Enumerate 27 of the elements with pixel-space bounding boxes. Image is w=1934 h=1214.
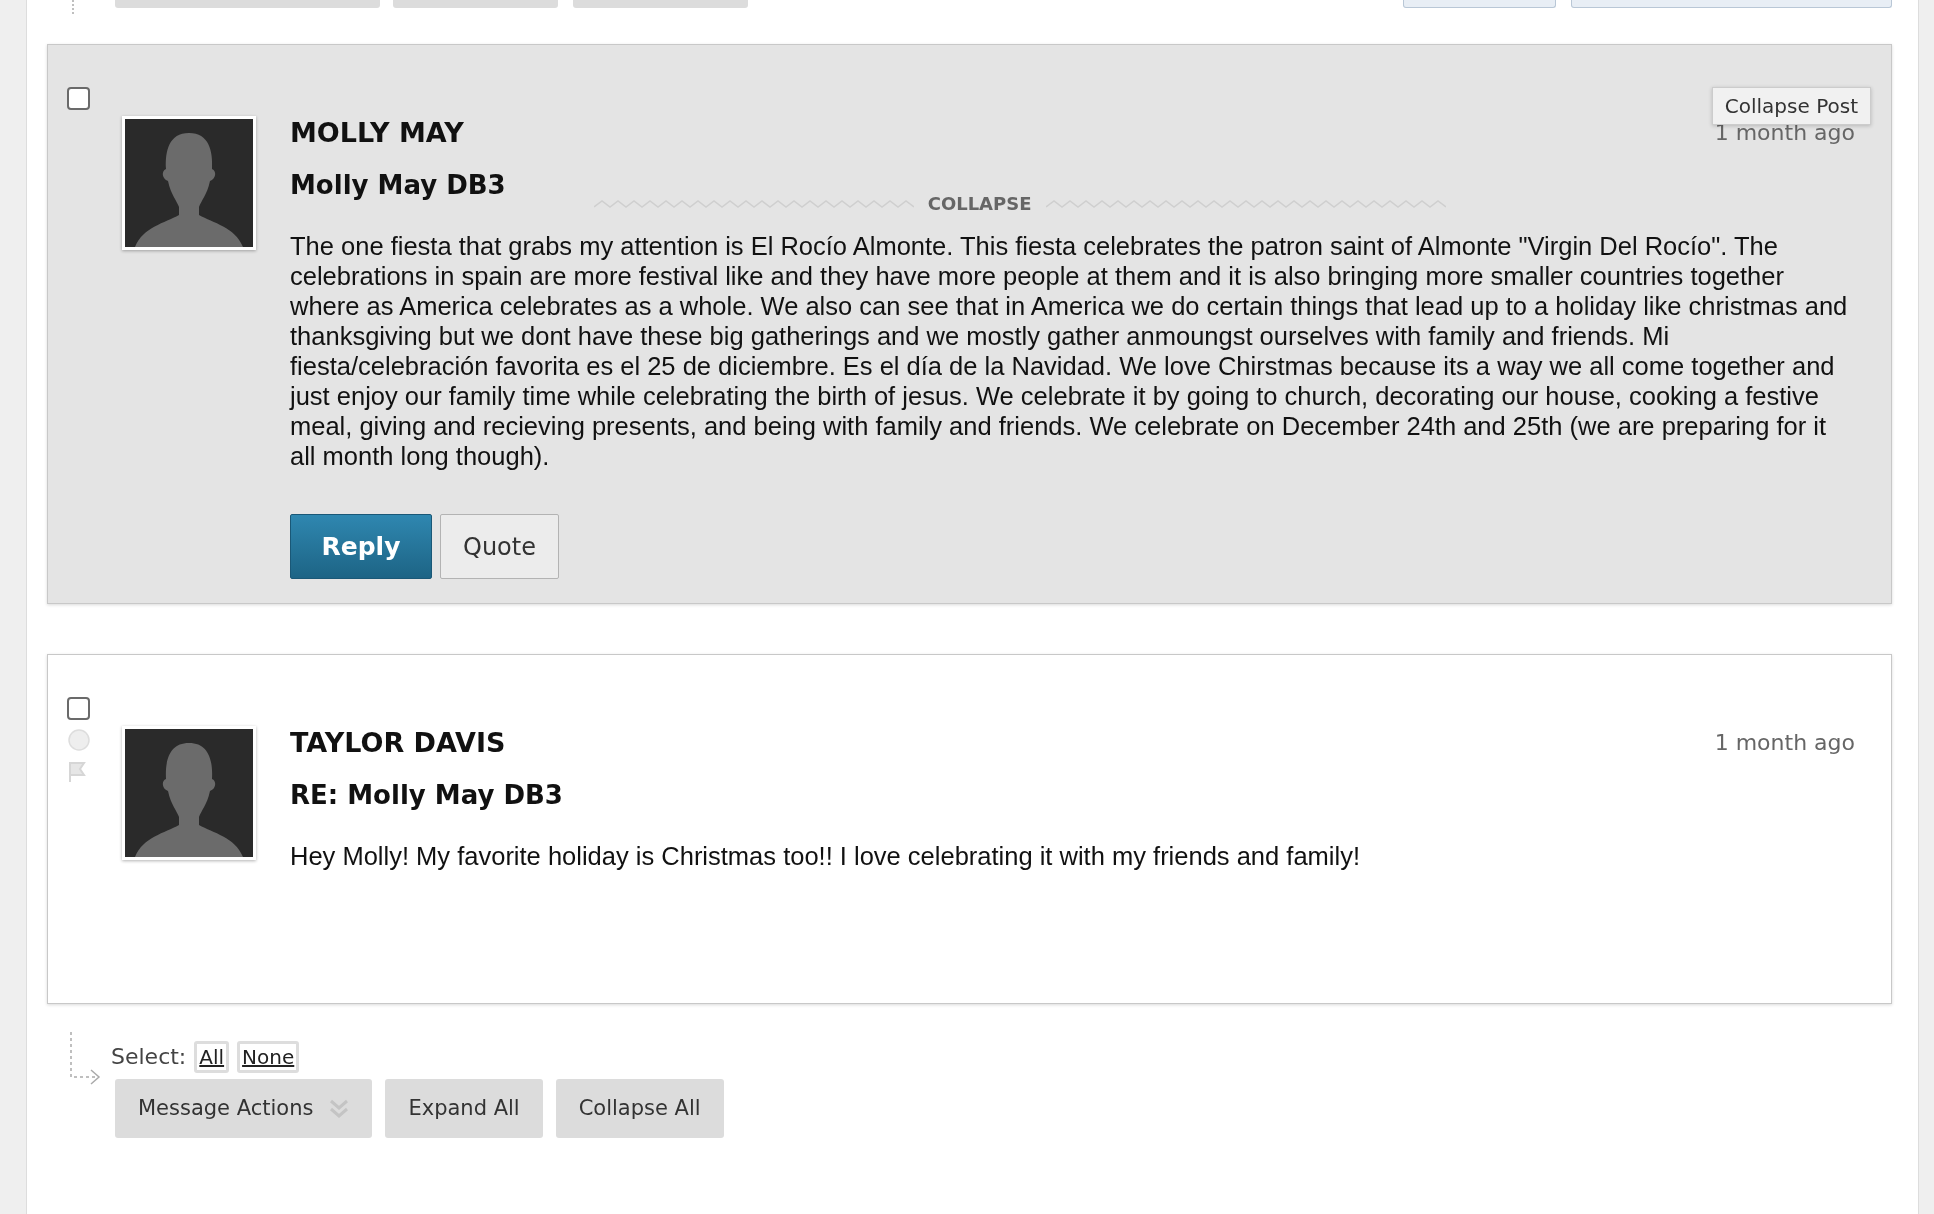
post-subject: RE: Molly May DB3 — [290, 779, 563, 811]
checkbox[interactable] — [67, 87, 90, 110]
tooltip: Collapse Post — [1711, 87, 1871, 125]
toolbar-button[interactable] — [1403, 0, 1556, 8]
toolbar-button[interactable]: Collapse All — [555, 1079, 724, 1138]
circle-icon — [67, 728, 91, 752]
quote-button[interactable]: Quote — [440, 514, 559, 579]
toolbar-button[interactable]: Expand All — [385, 1079, 543, 1138]
toolbar-button[interactable] — [573, 0, 748, 8]
select-link[interactable]: None — [237, 1040, 300, 1073]
post-time: 1 month ago — [1714, 729, 1855, 757]
select-label: Select: — [111, 1043, 187, 1071]
toolbar-button[interactable] — [393, 0, 558, 8]
toolbar-button[interactable] — [115, 0, 380, 8]
post-subject: Molly May DB3 — [290, 169, 506, 201]
dotted-line — [71, 0, 77, 16]
reply-button[interactable]: Reply — [290, 514, 432, 579]
dropdown-button[interactable]: Message Actions — [115, 1079, 373, 1138]
chevron-icon — [329, 1098, 350, 1119]
select-link[interactable]: All — [194, 1040, 230, 1073]
post-body: Hey Molly! My favorite holiday is Christmas too!! I love celebrating it with my friends and family! — [290, 841, 1361, 871]
post-body: The one fiesta that grabs my attention is El Rocío Almonte. This fiesta celebrates the patron saint of Almonte "Virgin Del Rocío". The celebrations in spain are more festival like and they have more people at them and it is also bringing more smaller countries together where as America celebrates as a whole. We also can see that in America we do certain things that lead up to a holiday like christmas and thanksgiving but we dont have these big gatherings and we mostly gather anmoungst ourselves with family and friends. Mi fiesta/celebración favorita es el 25 de diciembre. Es el día de la Navidad. We love Chirstmas because its a way we all come together and just enjoy our family time while celebrating the birth of jesus. We celebrate it by going to church, decorating our house, cooking a festive meal, giving and recieving presents, and being with family and friends. We celebrate on December 24th and 25th (we are preparing for it all month long though). — [290, 231, 1849, 471]
checkbox[interactable] — [67, 697, 90, 720]
dotted-arrow-icon — [69, 1032, 101, 1086]
toolbar-button[interactable] — [1571, 0, 1892, 8]
author-name: TAYLOR DAVIS — [290, 727, 506, 759]
author-name: MOLLY MAY — [290, 117, 464, 149]
